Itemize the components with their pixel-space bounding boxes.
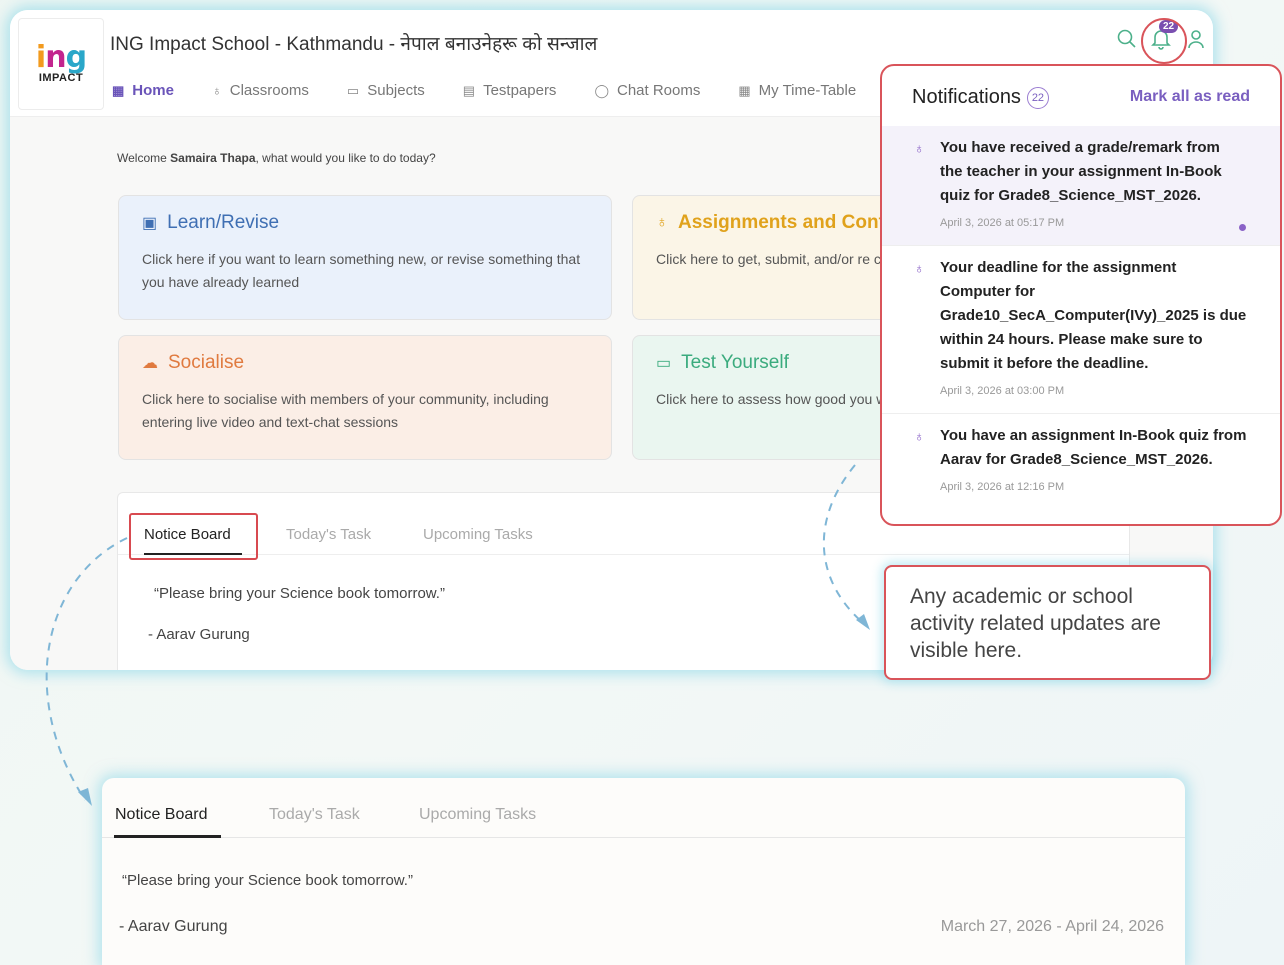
zoom-tab-notice-board[interactable]: Notice Board [115,806,208,824]
zoom-tab-todays-task[interactable]: Today's Task [269,806,360,824]
zoom-active-underline [114,835,221,838]
info-callout: Any academic or school activity related … [884,565,1211,680]
nav-subjects[interactable]: ▭ Subjects [347,82,425,99]
video-icon: ▣ [142,215,158,232]
notification-time: April 3, 2026 at 12:16 PM [940,481,1065,493]
notice-date-range: March 27, 2026 - April 24, 2026 [940,918,1164,935]
notification-item[interactable]: ♁ You have received a grade/remark from … [882,126,1280,246]
assignment-icon: ♁ [914,140,925,156]
user-icon[interactable] [1187,29,1205,49]
socialise-card[interactable]: ☁ Socialise Click here to socialise with … [118,335,612,460]
notifications-title: Notifications 22 [912,86,1049,109]
grid-icon: ▦ [112,82,125,98]
nav-time-table[interactable]: ▦ My Time-Table [738,82,856,99]
assign-card-title: Assignments and Cont [678,212,885,233]
assignment-icon: ♁ [914,428,925,444]
highlight-box [129,513,258,560]
paper-icon: ▤ [462,82,476,98]
logo-wordmark: ing [35,40,87,75]
test-card-title: Test Yourself [681,352,789,373]
chat-bubbles-icon: ☁ [142,355,158,372]
welcome-message: Welcome Samaira Thapa, what would you li… [117,151,436,165]
tab-upcoming-tasks[interactable]: Upcoming Tasks [423,526,533,543]
bell-highlight-circle [1141,18,1187,64]
book-icon: ▭ [346,82,360,98]
apple-icon: ♁ [656,214,668,231]
zoom-notice-text: “Please bring your Science book tomorrow… [122,872,413,889]
notification-item[interactable]: ♁ Your deadline for the assignment Compu… [882,246,1280,414]
learn-card-title: Learn/Revise [167,212,280,233]
notice-text: “Please bring your Science book tomorrow… [154,585,445,602]
mark-all-read-button[interactable]: Mark all as read [1130,88,1250,106]
nav-testpapers[interactable]: ▤ Testpapers [463,82,557,99]
social-card-title: Socialise [168,352,245,373]
notification-text: Your deadline for the assignment Compute… [940,259,1247,372]
zoom-tab-upcoming-tasks[interactable]: Upcoming Tasks [419,806,536,824]
unread-dot-icon [1239,224,1246,231]
apple-icon: ♁ [211,83,222,98]
learn-card-desc: Click here if you want to learn somethin… [142,251,581,290]
main-nav: ▦ Home ♁ Classrooms ▭ Subjects ▤ Testpapers … [112,82,894,99]
logo-subtitle: IMPACT [38,72,84,84]
arrow-head-zoom [78,788,92,806]
zoom-tabs: Notice Board Today's Task Upcoming Tasks [102,778,1185,838]
learn-revise-card[interactable]: ▣ Learn/Revise Click here if you want to … [118,195,612,320]
chart-icon: ▭ [656,355,672,372]
user-name: Samaira Thapa [170,151,256,165]
notice-board-zoom: Notice Board Today's Task Upcoming Tasks… [102,778,1185,965]
school-title: ING Impact School - Kathmandu - नेपाल बन… [110,34,598,55]
nav-classrooms[interactable]: ♁ Classrooms [212,82,309,99]
notification-time: April 3, 2026 at 03:00 PM [940,385,1065,397]
chat-icon: ◯ [594,82,609,98]
assignment-icon: ♁ [914,260,925,276]
search-icon[interactable] [1117,29,1137,49]
zoom-notice-author: - Aarav Gurung [119,918,228,935]
notification-time: April 3, 2026 at 05:17 PM [940,217,1065,229]
notice-author: - Aarav Gurung [148,626,250,643]
tab-todays-task[interactable]: Today's Task [286,526,371,543]
social-card-desc: Click here to socialise with members of … [142,391,549,430]
notifications-dropdown: Notifications 22 Mark all as read ♁ You h… [880,64,1282,526]
school-logo[interactable]: ing IMPACT [18,18,104,110]
notifications-header: Notifications 22 Mark all as read [882,66,1280,126]
nav-home[interactable]: ▦ Home [112,82,174,99]
nav-chat-rooms[interactable]: ◯ Chat Rooms [594,82,700,99]
notification-item[interactable]: ♁ You have an assignment In-Book quiz fr… [882,414,1280,509]
notification-text: You have received a grade/remark from th… [940,139,1222,204]
notifications-count: 22 [1026,86,1049,109]
calendar-icon: ▦ [738,82,751,98]
notification-text: You have an assignment In-Book quiz from… [940,427,1247,468]
